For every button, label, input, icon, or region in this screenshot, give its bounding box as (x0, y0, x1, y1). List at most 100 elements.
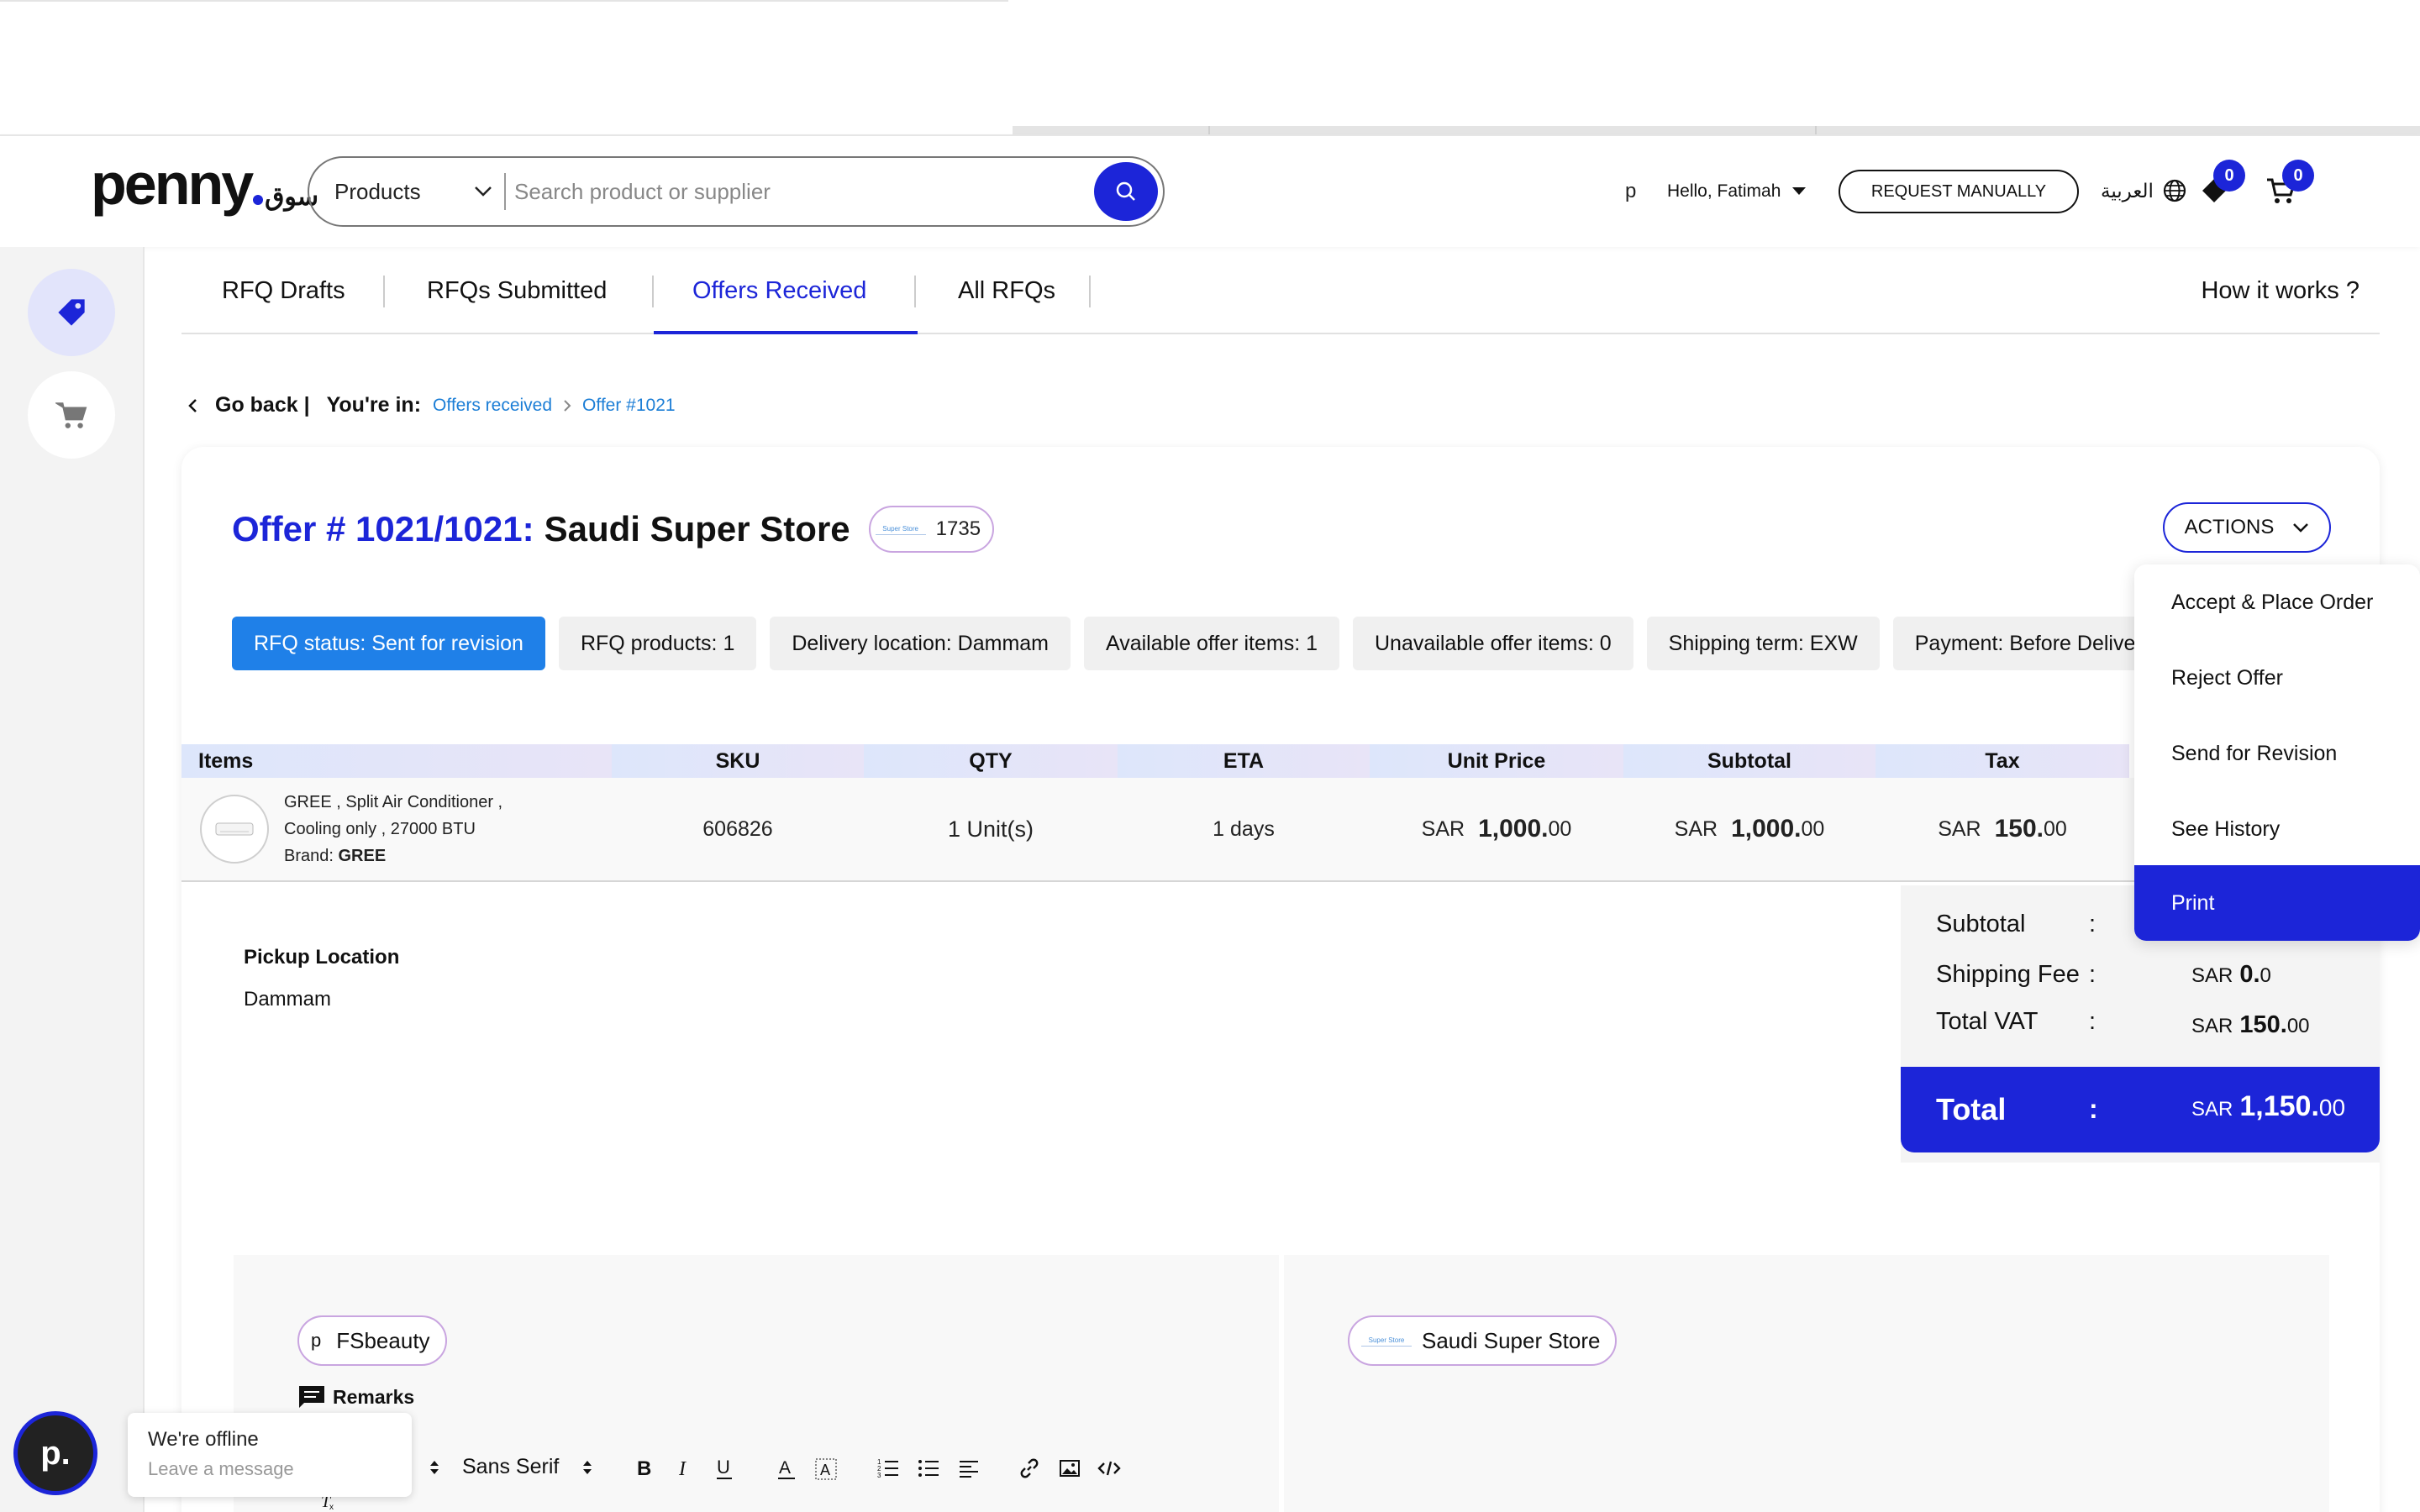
size-stepper-icon[interactable] (429, 1458, 440, 1477)
top-blank-strip (0, 0, 2420, 134)
col-tax: Tax (1876, 744, 2129, 778)
pickup-location-value: Dammam (244, 988, 332, 1011)
col-subtotal: Subtotal (1623, 744, 1876, 778)
grand-total-value: SAR 1,150.00 (2191, 1090, 2346, 1122)
tab-rfqs-submitted[interactable]: RFQs Submitted (427, 277, 607, 334)
chip-available-items: Available offer items: 1 (1084, 617, 1339, 670)
underline-icon[interactable]: U (714, 1458, 734, 1480)
language-switch[interactable]: العربية (2101, 178, 2187, 203)
supplier-logo: Super Store (875, 523, 926, 535)
active-tab-underline (654, 331, 918, 334)
tab-separator (914, 276, 916, 307)
link-icon[interactable] (1018, 1458, 1040, 1478)
tab-separator (383, 276, 385, 307)
product-thumbnail[interactable] (200, 795, 269, 864)
menu-reject-offer[interactable]: Reject Offer (2134, 640, 2420, 716)
shipping-colon: : (2089, 961, 2096, 988)
align-left-icon[interactable] (958, 1458, 980, 1478)
language-label: العربية (2101, 179, 2154, 202)
supplier-code: 1735 (935, 517, 981, 540)
breadcrumb-offers-received[interactable]: Offers received (433, 396, 552, 416)
penny-logo[interactable]: penny سوق (91, 155, 318, 213)
col-sku: SKU (612, 744, 864, 778)
sidebar-rfq-button[interactable] (28, 269, 115, 356)
left-sidebar (0, 247, 145, 1512)
svg-text:A: A (779, 1458, 791, 1478)
font-family-select[interactable]: Sans Serif (462, 1455, 559, 1479)
pickup-location-label: Pickup Location (244, 946, 400, 969)
eta-cell: 1 days (1213, 816, 1275, 841)
breadcrumb-offer[interactable]: Offer #1021 (582, 396, 676, 416)
menu-print[interactable]: Print (2134, 865, 2420, 941)
shipping-fee-value: SAR 0.0 (2191, 961, 2271, 988)
item-cell: GREE , Split Air Conditioner , Cooling o… (182, 789, 612, 869)
svg-text:I: I (678, 1458, 687, 1478)
actions-button[interactable]: ACTIONS (2163, 502, 2331, 553)
table-header: Items SKU QTY ETA Unit Price Subtotal Ta… (182, 744, 2198, 778)
top-divider (0, 0, 1008, 2)
go-back-link[interactable]: Go back | (215, 393, 310, 417)
tag-icon (58, 299, 85, 326)
svg-text:3: 3 (877, 1472, 881, 1478)
menu-send-for-revision[interactable]: Send for Revision (2134, 716, 2420, 791)
ordered-list-icon[interactable]: 123 (877, 1458, 899, 1478)
code-icon[interactable] (1097, 1458, 1121, 1478)
tab-all-rfqs[interactable]: All RFQs (958, 277, 1055, 334)
chevron-down-icon (475, 186, 492, 197)
tab-rfq-drafts[interactable]: RFQ Drafts (222, 277, 345, 334)
search-input[interactable] (506, 178, 1094, 205)
menu-see-history[interactable]: See History (2134, 791, 2420, 867)
unit-price-cell: SAR 1,000. 00 (1421, 815, 1572, 843)
breadcrumb: Go back | You're in: Offers received Off… (187, 393, 676, 417)
buyer-name: FSbeauty (336, 1327, 430, 1353)
total-vat-label: Total VAT (1936, 1008, 2039, 1035)
wishlist-count-badge: 0 (2213, 160, 2245, 192)
search-category-select[interactable]: Products (309, 179, 504, 205)
search-icon (1116, 181, 1135, 201)
italic-icon[interactable]: I (676, 1458, 694, 1478)
chat-offline-bubble[interactable]: We're offline Leave a message (128, 1413, 412, 1497)
chip-rfq-products: RFQ products: 1 (558, 617, 757, 670)
user-avatar-initial[interactable]: p (1625, 180, 1636, 203)
wishlist-button[interactable]: 0 (2200, 160, 2245, 209)
logo-wordmark: penny (91, 151, 254, 217)
svg-text:A: A (820, 1462, 830, 1478)
sidebar-cart-button[interactable] (28, 371, 115, 459)
actions-label: ACTIONS (2184, 516, 2275, 538)
user-menu[interactable]: Hello, Fatimah (1667, 181, 1807, 202)
sku-cell: 606826 (702, 816, 773, 841)
supplier-remarks-panel: Super Store Saudi Super Store (1284, 1255, 2329, 1512)
offer-card: Offer # 1021/1021: Saudi Super Store Sup… (182, 447, 2380, 1512)
search-category-label: Products (334, 178, 421, 204)
offer-title: Offer # 1021/1021: Saudi Super Store Sup… (232, 506, 995, 553)
supplier-pill[interactable]: Super Store 1735 (868, 506, 995, 553)
col-items: Items (182, 744, 612, 778)
highlight-icon[interactable]: A (815, 1458, 837, 1480)
bold-icon[interactable]: B (635, 1458, 654, 1478)
chip-shipping-term: Shipping term: EXW (1646, 617, 1880, 670)
bullet-list-icon[interactable] (918, 1458, 939, 1478)
logo-dot (253, 195, 264, 205)
actions-dropdown-menu: Accept & Place Order Reject Offer Send f… (2134, 564, 2420, 941)
comment-icon (299, 1386, 324, 1408)
chevron-down-icon (2293, 523, 2309, 533)
how-it-works-link[interactable]: How it works ? (2201, 277, 2360, 305)
request-manually-button[interactable]: REQUEST MANUALLY (1839, 170, 2079, 213)
text-color-icon[interactable]: A (776, 1458, 797, 1480)
grand-total-colon: : (2089, 1094, 2098, 1124)
search-button[interactable] (1094, 162, 1158, 221)
globe-icon (2163, 179, 2186, 202)
chip-unavailable-items: Unavailable offer items: 0 (1353, 617, 1634, 670)
svg-text:U: U (717, 1458, 730, 1478)
cart-button[interactable]: 0 (2265, 160, 2314, 209)
grand-total-bar: Total : SAR 1,150.00 (1901, 1067, 2380, 1152)
menu-accept-place-order[interactable]: Accept & Place Order (2134, 564, 2420, 640)
buyer-initial: p (311, 1330, 322, 1351)
col-eta: ETA (1118, 744, 1370, 778)
font-stepper-icon[interactable] (581, 1458, 593, 1477)
caret-down-icon (1792, 187, 1807, 195)
image-icon[interactable] (1059, 1458, 1081, 1478)
tab-offers-received[interactable]: Offers Received (692, 277, 866, 334)
chat-launcher-button[interactable]: p. (13, 1411, 97, 1495)
chevron-left-icon[interactable] (187, 397, 198, 414)
